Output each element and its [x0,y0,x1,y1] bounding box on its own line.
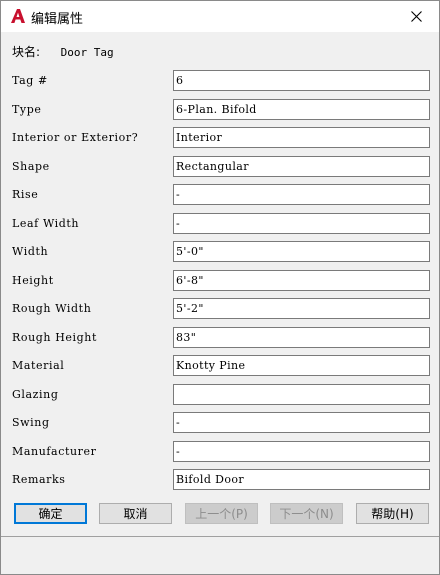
block-name-value: Door Tag [60,46,114,59]
attribute-input-swing[interactable] [173,412,430,433]
attribute-input-shape[interactable] [173,156,430,177]
attribute-label: Leaf Width [12,217,80,230]
dialog-body: 块名: Door Tag Tag # Type Interior or Exte… [1,32,439,544]
attribute-row: Glazing [1,384,439,406]
attribute-label: Rough Height [12,331,97,344]
attribute-row: Manufacturer [1,441,439,463]
attribute-row: Height [1,270,439,292]
attribute-label: Height [12,274,54,287]
attribute-input-manufacturer[interactable] [173,441,430,462]
attribute-input-interior-exterior[interactable] [173,127,430,148]
attribute-row: Width [1,241,439,263]
dialog-title: 编辑属性 [31,12,84,27]
title-bar[interactable]: 编辑属性 [1,1,439,32]
attribute-row: Rise [1,184,439,206]
next-button[interactable]: 下一个(N) [270,503,343,524]
attribute-input-tag[interactable] [173,70,430,91]
attribute-input-height[interactable] [173,270,430,291]
autocad-a-icon [9,7,27,25]
attribute-label: Shape [12,160,50,173]
attribute-input-rough-width[interactable] [173,298,430,319]
attribute-label: Manufacturer [12,445,97,458]
previous-button[interactable]: 上一个(P) [185,503,258,524]
attribute-label: Interior or Exterior? [12,131,139,144]
attribute-label: Rise [12,188,39,201]
attribute-input-leaf-width[interactable] [173,213,430,234]
close-icon [410,11,422,22]
attribute-row: Shape [1,156,439,178]
attribute-label: Type [12,103,42,116]
attribute-input-remarks[interactable] [173,469,430,490]
attribute-row: Remarks [1,469,439,491]
ok-button[interactable]: 确定 [14,503,87,524]
status-bar [1,536,439,574]
attribute-label: Remarks [12,473,66,486]
edit-attributes-dialog: 编辑属性 块名: Door Tag Tag # Type Interior or… [0,0,440,575]
cancel-button[interactable]: 取消 [99,503,172,524]
attribute-row: Type [1,99,439,121]
attribute-input-width[interactable] [173,241,430,262]
attribute-label: Tag # [12,74,48,87]
attribute-row: Tag # [1,70,439,92]
attribute-row: Leaf Width [1,213,439,235]
attribute-row: Rough Width [1,298,439,320]
attribute-label: Glazing [12,388,59,401]
attribute-label: Width [12,245,49,258]
button-bar: 确定 取消 上一个(P) 下一个(N) 帮助(H) [1,503,439,525]
block-name-label: 块名: [12,45,41,59]
block-name-row: 块名: Door Tag [12,43,114,60]
attribute-label: Rough Width [12,302,92,315]
attribute-input-rise[interactable] [173,184,430,205]
attribute-row: Interior or Exterior? [1,127,439,149]
attribute-row: Material [1,355,439,377]
attribute-label: Material [12,359,65,372]
attribute-input-material[interactable] [173,355,430,376]
attribute-input-type[interactable] [173,99,430,120]
attribute-label: Swing [12,416,50,429]
attribute-row: Swing [1,412,439,434]
attribute-row: Rough Height [1,327,439,349]
help-button[interactable]: 帮助(H) [356,503,429,524]
attribute-input-rough-height[interactable] [173,327,430,348]
attribute-input-glazing[interactable] [173,384,430,405]
close-button[interactable] [393,1,439,32]
